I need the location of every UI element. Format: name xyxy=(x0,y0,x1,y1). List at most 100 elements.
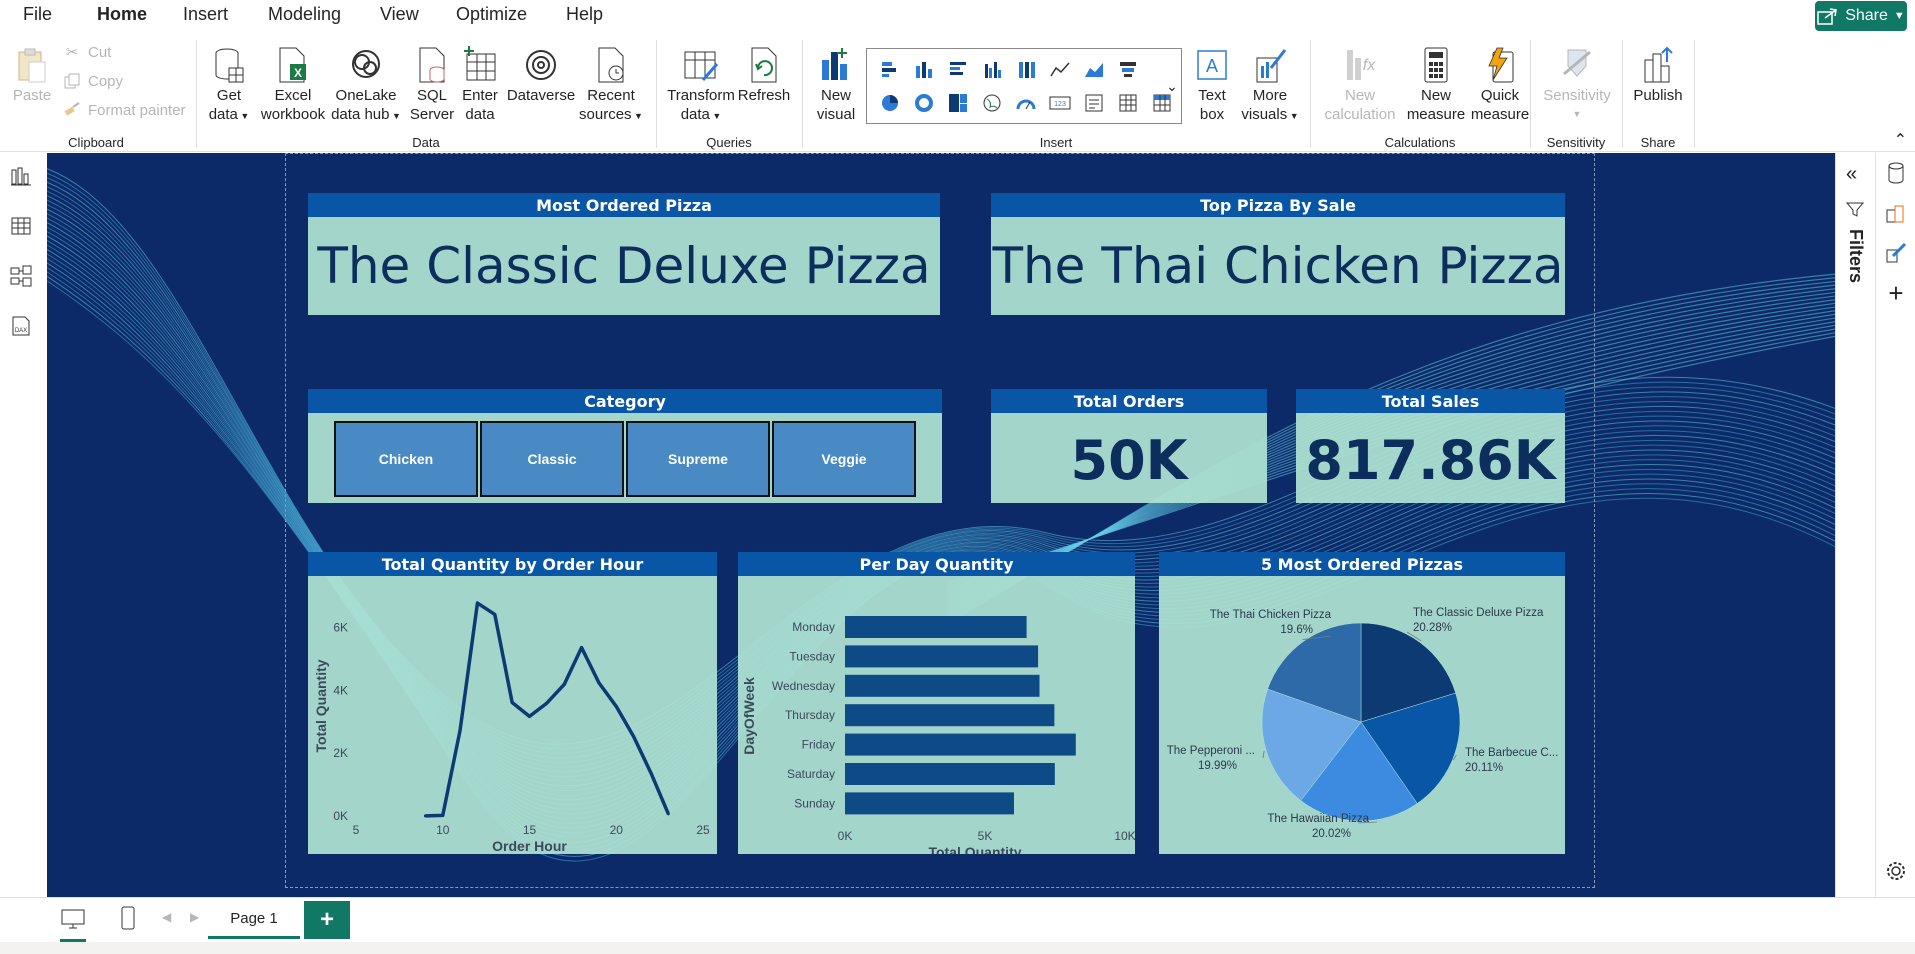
donut-chart-icon[interactable] xyxy=(909,88,939,118)
get-data-button[interactable]: Get data ▼ xyxy=(207,44,251,126)
data-point xyxy=(580,646,584,650)
table-icon[interactable] xyxy=(1113,88,1143,118)
pie-chart-title: 5 Most Ordered Pizzas xyxy=(1159,552,1565,576)
sql-server-button[interactable]: SQL Server xyxy=(410,44,454,124)
ribbon-chart-icon[interactable] xyxy=(1113,54,1143,84)
category-option-veggie[interactable]: Veggie xyxy=(772,421,916,497)
queries-group-label: Queries xyxy=(706,135,752,150)
chevron-down-icon: ⌄ xyxy=(1166,77,1178,94)
gallery-expand-button[interactable]: ⌄ xyxy=(1162,48,1182,124)
y-tick-label: 2K xyxy=(333,746,348,760)
refresh-button[interactable]: Refresh xyxy=(738,44,790,105)
data-point xyxy=(666,812,670,816)
paste-label: Paste xyxy=(12,87,52,104)
area-chart-icon[interactable] xyxy=(1079,54,1109,84)
desktop-layout-icon[interactable] xyxy=(60,908,86,942)
pie-chart-icon[interactable] xyxy=(875,88,905,118)
data-point xyxy=(475,601,479,605)
clustered-bar-icon[interactable] xyxy=(943,54,973,84)
data-point xyxy=(545,701,549,705)
dax-query-view-icon[interactable]: DAX xyxy=(8,313,34,339)
model-view-icon[interactable] xyxy=(8,263,34,289)
clustered-column-icon[interactable] xyxy=(977,54,1007,84)
slice-percent: 20.02% xyxy=(1312,828,1351,840)
dataverse-button[interactable]: Dataverse xyxy=(506,44,576,105)
gauge-icon[interactable] xyxy=(1011,88,1041,118)
x-tick-label: 15 xyxy=(523,823,537,837)
sql-server-icon xyxy=(412,44,452,86)
expand-pane-icon[interactable]: « xyxy=(1846,163,1857,186)
quick-measure-icon xyxy=(1480,44,1520,86)
add-pane-icon[interactable]: + xyxy=(1884,278,1908,308)
settings-gear-icon[interactable] xyxy=(1884,859,1908,883)
format-pane-icon[interactable] xyxy=(1884,241,1908,265)
y-axis-label: Total Quantity xyxy=(313,659,329,752)
mobile-layout-icon[interactable] xyxy=(120,906,136,935)
menu-view[interactable]: View xyxy=(380,4,419,25)
recent-sources-button[interactable]: Recent sources ▼ xyxy=(578,44,644,126)
dataverse-icon xyxy=(521,44,561,86)
filter-icon[interactable] xyxy=(1845,201,1865,222)
add-page-button[interactable]: + xyxy=(304,901,350,939)
enter-data-button[interactable]: Enter data xyxy=(458,44,502,124)
bar xyxy=(845,733,1076,756)
prev-page-icon[interactable]: ◀ xyxy=(162,910,171,924)
table-view-icon[interactable] xyxy=(8,213,34,239)
menu-help[interactable]: Help xyxy=(566,4,603,25)
filters-label[interactable]: Filters xyxy=(1845,229,1866,283)
data-pane-icon[interactable] xyxy=(1884,161,1908,185)
recent-label-2: sources xyxy=(579,106,632,123)
category-option-classic[interactable]: Classic xyxy=(480,421,624,497)
transform-data-button[interactable]: Transform data ▼ xyxy=(666,44,736,126)
visualizations-pane-icon[interactable] xyxy=(1884,201,1908,225)
collapse-ribbon-icon[interactable]: ⌃ xyxy=(1894,130,1907,150)
menu-home[interactable]: Home xyxy=(97,4,147,25)
stacked-column-100-icon[interactable] xyxy=(1011,54,1041,84)
category-option-chicken[interactable]: Chicken xyxy=(334,421,478,497)
onelake-button[interactable]: OneLake data hub ▼ xyxy=(330,44,402,126)
quick-measure-button[interactable]: Quick measure xyxy=(1462,44,1538,124)
excel-workbook-button[interactable]: X Excel workbook xyxy=(258,44,328,124)
map-icon[interactable] xyxy=(977,88,1007,118)
copy-button[interactable]: Copy xyxy=(62,71,123,91)
sensitivity-button[interactable]: Sensitivity ▼ xyxy=(1538,44,1616,124)
onelake-icon xyxy=(346,44,386,86)
card-icon[interactable]: 123 xyxy=(1045,88,1075,118)
page-tab-1[interactable]: Page 1 xyxy=(208,901,300,939)
transform-label-2: data xyxy=(680,106,710,123)
menu-optimize[interactable]: Optimize xyxy=(456,4,527,25)
cut-button[interactable]: ✂ Cut xyxy=(62,42,112,62)
menu-file[interactable]: File xyxy=(23,4,52,25)
share-group-label: Share xyxy=(1640,135,1676,150)
y-tick-label: Sunday xyxy=(794,796,835,810)
transform-label-1: Transform xyxy=(667,87,735,104)
treemap-icon[interactable] xyxy=(943,88,973,118)
next-page-icon[interactable]: ▶ xyxy=(190,910,199,924)
stacked-column-icon[interactable] xyxy=(909,54,939,84)
menu-modeling[interactable]: Modeling xyxy=(268,4,341,25)
x-tick-label: 0K xyxy=(838,829,853,843)
new-visual-button[interactable]: New visual xyxy=(812,44,860,124)
chevron-down-icon: ▼ xyxy=(1287,111,1299,121)
new-measure-button[interactable]: New measure xyxy=(1404,44,1468,124)
view-switcher: DAX xyxy=(0,153,47,897)
more-visuals-label-2: visuals xyxy=(1241,106,1288,123)
data-group-label: Data xyxy=(412,135,440,150)
text-box-button[interactable]: A Text box xyxy=(1190,44,1234,124)
menu-insert[interactable]: Insert xyxy=(183,4,228,25)
report-view-icon[interactable] xyxy=(8,163,34,189)
more-visuals-button[interactable]: More visuals ▼ xyxy=(1240,44,1300,126)
line-chart-icon[interactable] xyxy=(1045,54,1075,84)
y-tick-label: Saturday xyxy=(787,767,835,781)
new-calculation-button[interactable]: fx New calculation xyxy=(1318,44,1402,124)
category-option-supreme[interactable]: Supreme xyxy=(626,421,770,497)
format-painter-button[interactable]: Format painter xyxy=(62,100,186,120)
kpi-icon[interactable] xyxy=(1079,88,1109,118)
stacked-bar-icon[interactable] xyxy=(875,54,905,84)
publish-button[interactable]: Publish xyxy=(1630,44,1686,105)
share-button[interactable]: Share ▼ xyxy=(1815,1,1907,31)
y-tick-label: Thursday xyxy=(785,708,835,722)
paste-button[interactable]: Paste xyxy=(10,44,54,105)
data-point xyxy=(528,714,531,718)
total-orders-value: 50K xyxy=(1070,428,1188,492)
